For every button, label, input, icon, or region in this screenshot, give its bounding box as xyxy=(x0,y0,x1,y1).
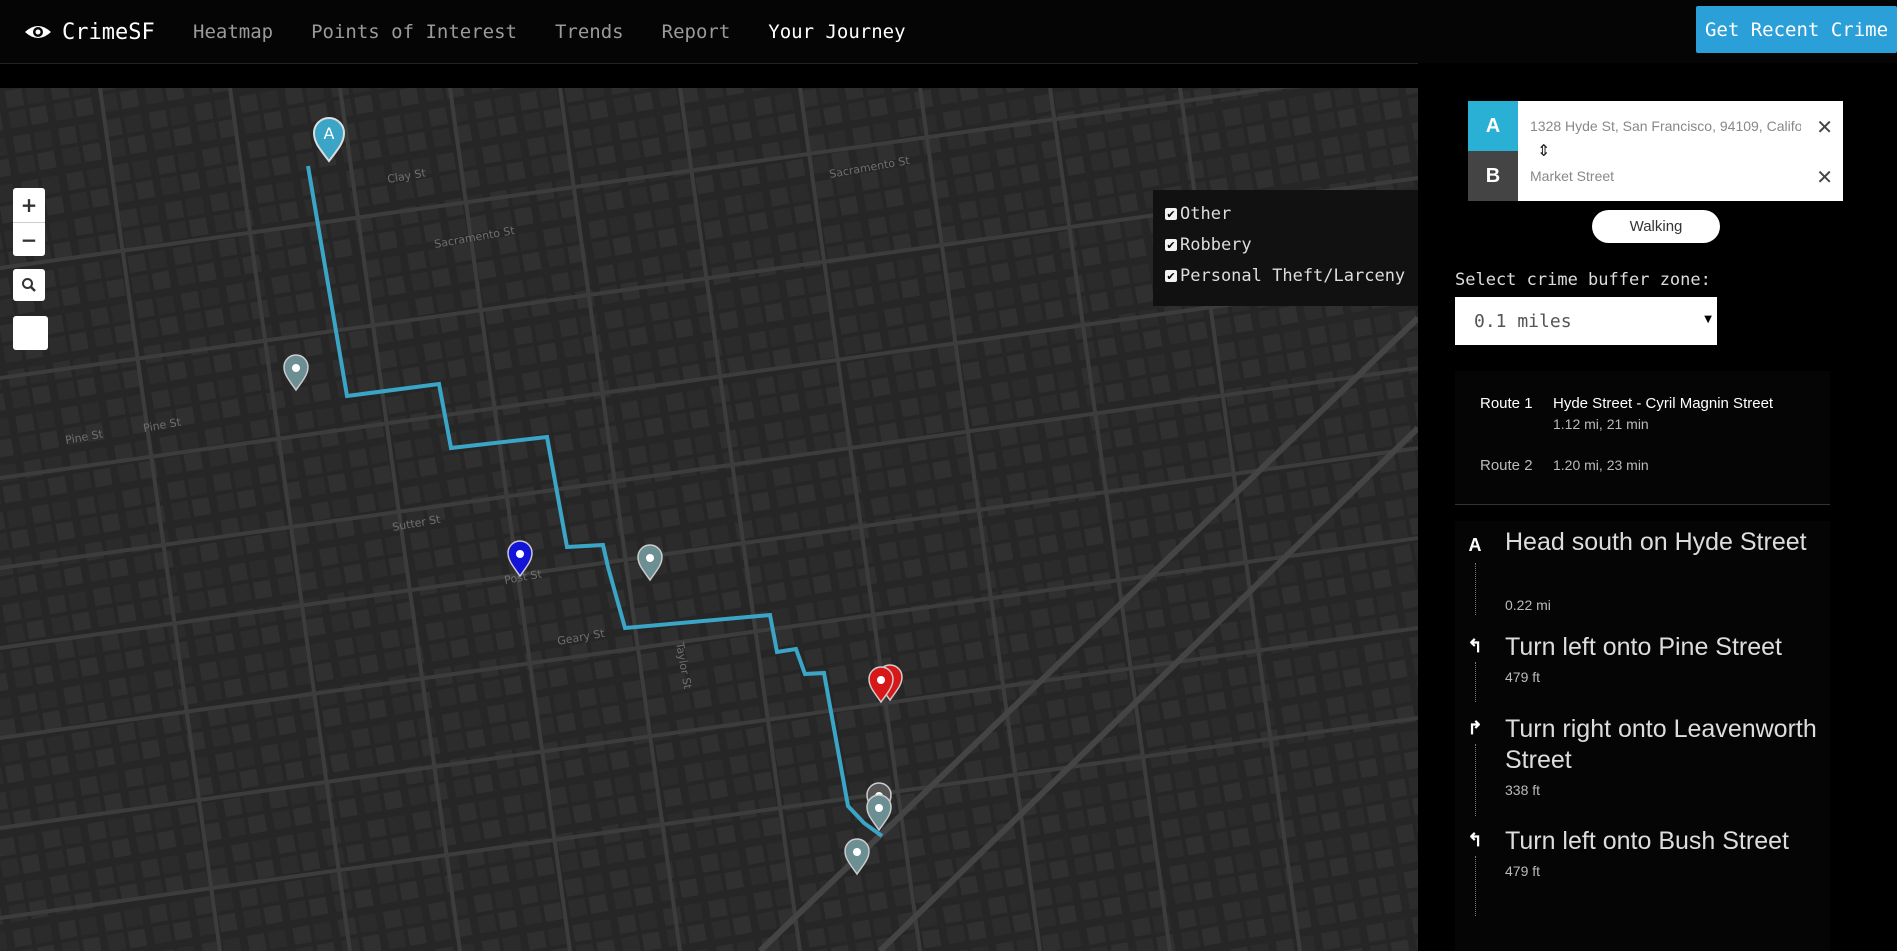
step-instruction: Turn left onto Bush Street xyxy=(1505,827,1789,855)
nav-report[interactable]: Report xyxy=(662,21,731,43)
start-marker-label: A xyxy=(324,124,335,143)
map-view[interactable]: Clay St Sacramento St Sacramento St Pine… xyxy=(0,88,1418,951)
step-connector xyxy=(1475,856,1476,916)
legend-label: Robbery xyxy=(1180,235,1252,255)
travel-mode-button[interactable]: Walking xyxy=(1592,210,1720,243)
legend-label: Personal Theft/Larceny xyxy=(1180,266,1406,286)
crime-type-legend: ✔ Other ✔ Robbery ✔ Personal Theft/Larce… xyxy=(1153,190,1418,306)
layer-toggle-button[interactable] xyxy=(13,316,48,350)
turn-by-turn-directions: A Head south on Hyde Street 0.22 mi ↰ Tu… xyxy=(1455,521,1830,951)
top-navbar: CrimeSF Heatmap Points of Interest Trend… xyxy=(0,0,1897,64)
zoom-out-button[interactable]: − xyxy=(13,223,45,257)
checkbox-other[interactable]: ✔ xyxy=(1165,208,1177,221)
origin-row: A ✕ xyxy=(1468,101,1843,151)
step-connector xyxy=(1475,563,1476,615)
route-name: Route 1 xyxy=(1480,395,1533,412)
route-stats: 1.20 mi, 23 min xyxy=(1553,457,1649,473)
route-summary: Hyde Street - Cyril Magnin Street xyxy=(1553,395,1774,412)
destination-input[interactable] xyxy=(1518,151,1843,201)
route-options: Route 1 Hyde Street - Cyril Magnin Stree… xyxy=(1455,371,1830,505)
nav-links: Heatmap Points of Interest Trends Report… xyxy=(193,0,944,63)
clear-destination-icon[interactable]: ✕ xyxy=(1816,165,1833,189)
buffer-zone-label: Select crime buffer zone: xyxy=(1455,270,1711,290)
buffer-zone-select[interactable]: 0.1 miles ▼ xyxy=(1455,297,1717,345)
clear-origin-icon[interactable]: ✕ xyxy=(1816,115,1833,139)
start-marker-icon: A xyxy=(1468,535,1482,555)
step-connector xyxy=(1475,744,1476,816)
origin-label: A xyxy=(1468,101,1518,151)
step-distance: 479 ft xyxy=(1505,669,1541,685)
step-distance: 0.22 mi xyxy=(1505,597,1551,613)
chevron-down-icon: ▼ xyxy=(1704,314,1712,325)
eye-icon xyxy=(25,26,51,38)
app-title: CrimeSF xyxy=(62,19,155,45)
turn-left-icon: ↰ xyxy=(1467,636,1483,656)
map-search-button[interactable] xyxy=(13,269,45,301)
legend-item-personal-theft: ✔ Personal Theft/Larceny xyxy=(1165,266,1405,286)
step-instruction: Head south on Hyde Street xyxy=(1505,528,1807,556)
destination-label: B xyxy=(1468,151,1518,201)
search-icon xyxy=(22,278,36,292)
nav-points-of-interest[interactable]: Points of Interest xyxy=(311,21,517,43)
swap-icon[interactable]: ⇕ xyxy=(1537,141,1550,160)
route-name: Route 2 xyxy=(1480,457,1533,474)
checkbox-personal-theft[interactable]: ✔ xyxy=(1165,270,1177,283)
buffer-zone-value: 0.1 miles xyxy=(1474,310,1572,332)
turn-left-icon: ↰ xyxy=(1467,830,1483,850)
nav-heatmap[interactable]: Heatmap xyxy=(193,21,273,43)
step-instruction: Turn left onto Pine Street xyxy=(1505,633,1783,661)
zoom-in-button[interactable]: + xyxy=(13,188,45,223)
get-recent-crime-button[interactable]: Get Recent Crime xyxy=(1696,6,1897,53)
step-connector xyxy=(1475,662,1476,702)
step-instruction: Turn right onto Leavenworth Street xyxy=(1505,715,1817,774)
legend-label: Other xyxy=(1180,204,1232,224)
destination-row: B ✕ xyxy=(1468,151,1843,201)
journey-sidebar: A ✕ B ✕ ⇕ Walking Select crime buffer zo… xyxy=(1418,63,1897,951)
nav-your-journey[interactable]: Your Journey xyxy=(768,21,905,43)
origin-input[interactable] xyxy=(1518,101,1843,151)
step-distance: 479 ft xyxy=(1505,863,1541,879)
zoom-control: + − xyxy=(13,188,45,256)
origin-destination-box: A ✕ B ✕ ⇕ xyxy=(1468,101,1843,201)
nav-trends[interactable]: Trends xyxy=(555,21,624,43)
legend-item-other: ✔ Other xyxy=(1165,204,1231,224)
legend-item-robbery: ✔ Robbery xyxy=(1165,235,1252,255)
turn-right-icon: ↱ xyxy=(1467,718,1483,738)
step-distance: 338 ft xyxy=(1505,782,1541,798)
brand[interactable]: CrimeSF xyxy=(24,17,155,47)
route-stats: 1.12 mi, 21 min xyxy=(1553,416,1649,432)
checkbox-robbery[interactable]: ✔ xyxy=(1165,239,1177,252)
